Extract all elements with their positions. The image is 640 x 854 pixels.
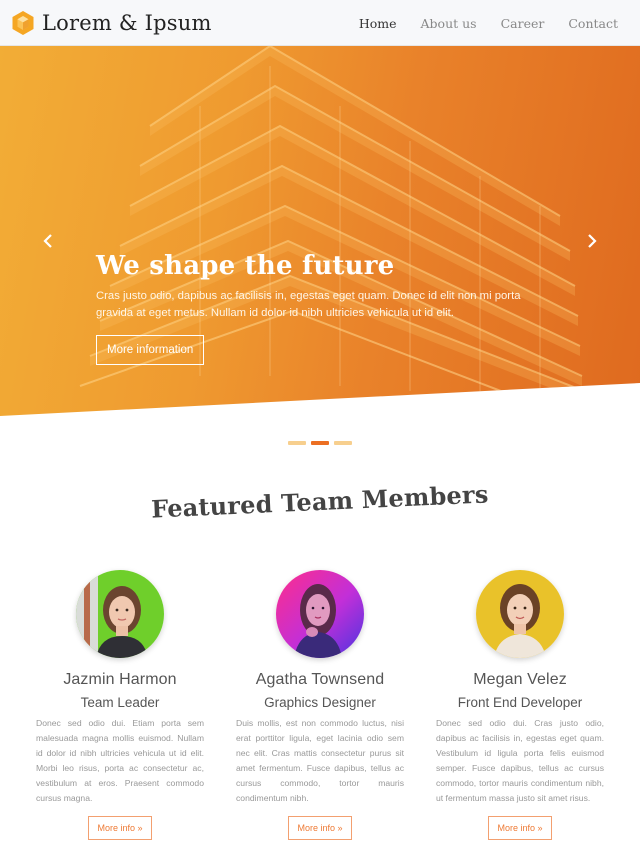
brand[interactable]: Lorem & Ipsum [11, 9, 212, 37]
member-name: Jazmin Harmon [63, 671, 177, 688]
more-info-button[interactable]: More info » [288, 816, 352, 840]
chevron-left-icon [43, 234, 52, 248]
member-bio: Donec sed odio dui. Etiam porta sem male… [36, 718, 204, 803]
navbar: Lorem & Ipsum Home About us Career Conta… [0, 0, 640, 46]
member-role: Graphics Designer [264, 695, 376, 710]
member-name: Megan Velez [473, 671, 567, 688]
more-info-button[interactable]: More info » [488, 816, 552, 840]
carousel-indicator-3[interactable] [334, 441, 352, 445]
more-information-button[interactable]: More information [96, 335, 205, 365]
carousel-indicator-1[interactable] [288, 441, 306, 445]
carousel-indicator-2[interactable] [311, 441, 329, 445]
portrait-photo [76, 570, 164, 658]
more-info-button[interactable]: More info » [88, 816, 152, 840]
nav-links: Home About us Career Contact [335, 0, 618, 46]
member-bio: Donec sed odio dui. Cras justo odio, dap… [436, 718, 604, 803]
nav-link-career[interactable]: Career [501, 16, 545, 31]
team-member-card: Agatha Townsend Graphics Designer Duis m… [236, 570, 404, 840]
hero-carousel: We shape the future Cras justo odio, dap… [0, 46, 640, 416]
team-member-card: Jazmin Harmon Team Leader Donec sed odio… [36, 570, 204, 840]
hexagon-logo-icon [12, 11, 34, 35]
carousel-prev-button[interactable] [38, 228, 58, 254]
nav-link-home[interactable]: Home [359, 16, 397, 31]
avatar [76, 570, 164, 658]
carousel-indicators [288, 441, 357, 445]
chevron-right-icon [588, 234, 597, 248]
nav-link-about[interactable]: About us [421, 16, 477, 31]
portrait-photo [476, 570, 564, 658]
portrait-photo [276, 570, 364, 658]
hero-text: Cras justo odio, dapibus ac facilisis in… [96, 290, 521, 319]
member-name: Agatha Townsend [255, 671, 385, 688]
brand-name: Lorem & Ipsum [42, 11, 212, 35]
member-role: Team Leader [80, 695, 160, 710]
avatar [276, 570, 364, 658]
hero-title: We shape the future [96, 251, 395, 281]
nav-link-contact[interactable]: Contact [568, 16, 618, 31]
section-title: Featured Team Members [150, 479, 490, 524]
member-role: Front End Developer [457, 695, 583, 710]
carousel-next-button[interactable] [582, 228, 602, 254]
team-member-card: Megan Velez Front End Developer Donec se… [436, 570, 604, 840]
member-bio: Duis mollis, est non commodo luctus, nis… [236, 718, 404, 803]
avatar [476, 570, 564, 658]
